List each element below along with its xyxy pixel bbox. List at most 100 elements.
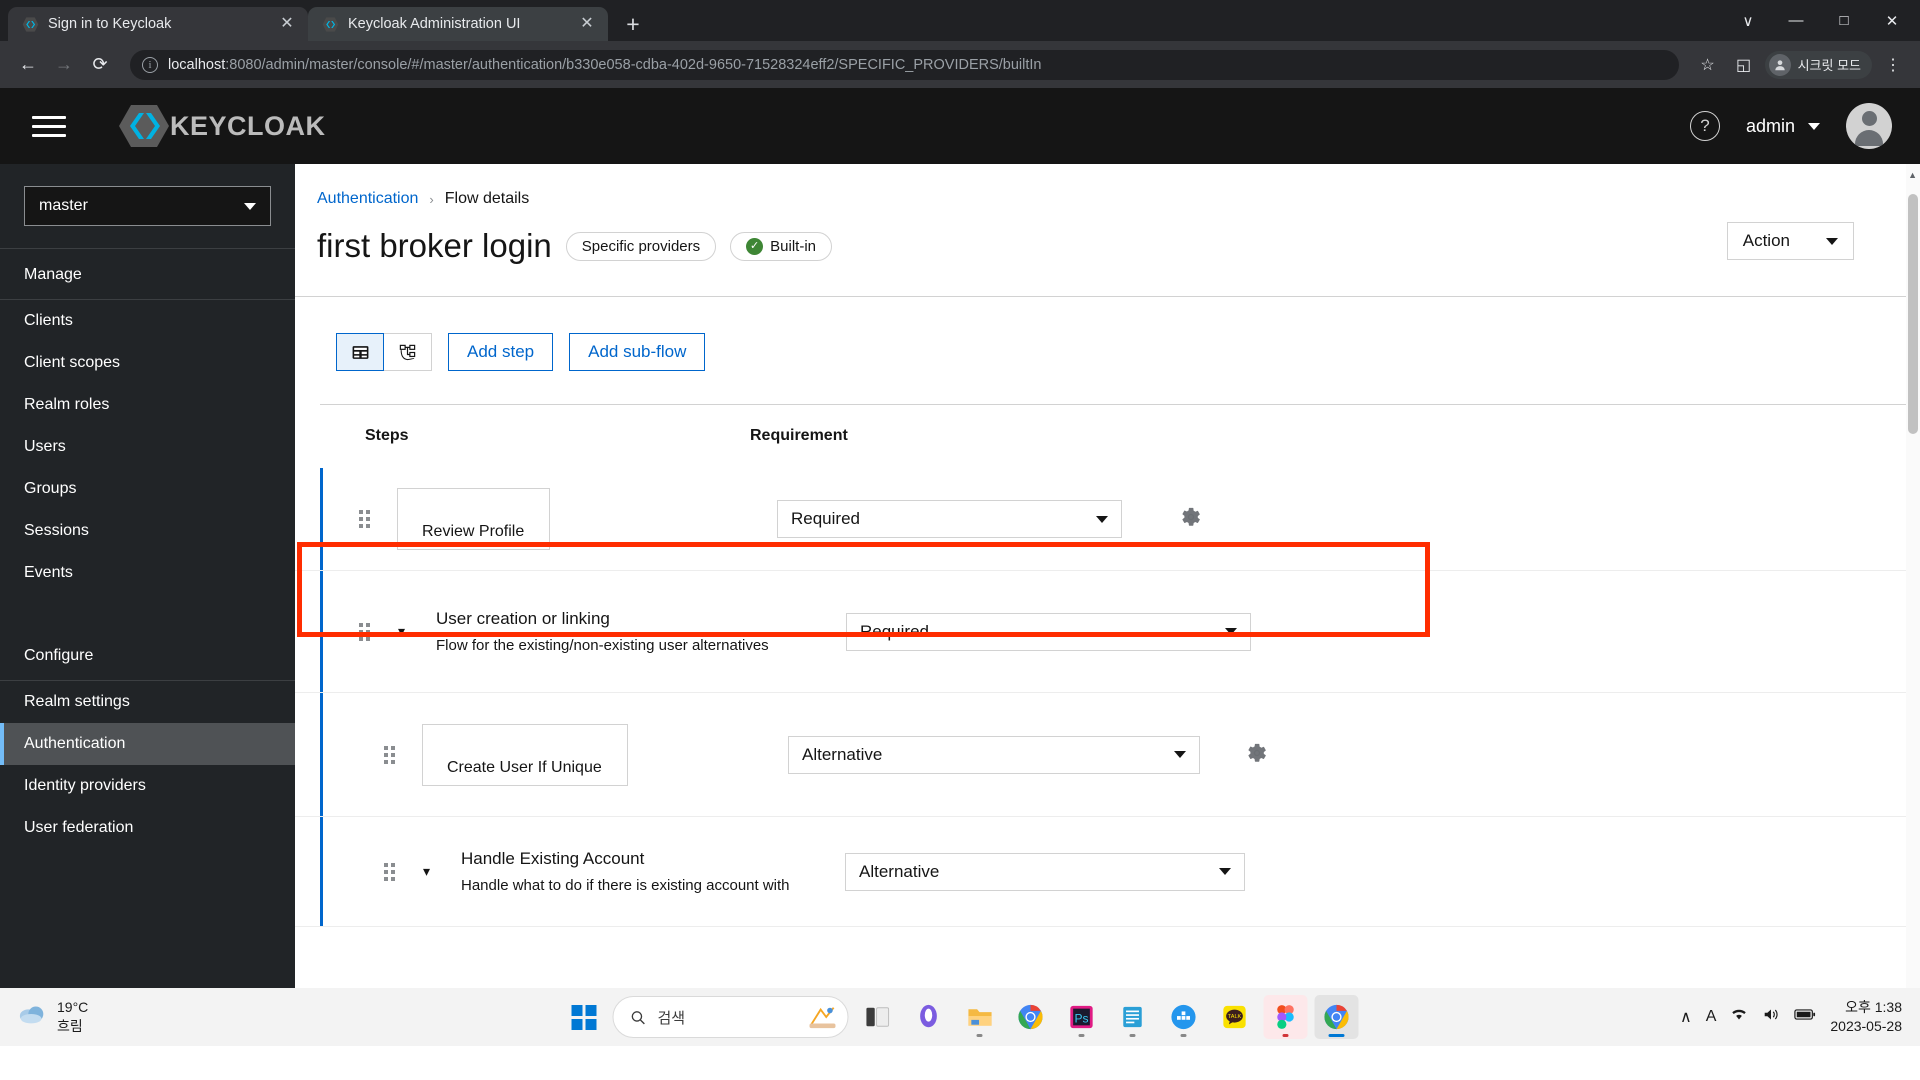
keycloak-logo[interactable]: KEYCLOAK [118, 103, 326, 149]
scrollbar-thumb[interactable] [1908, 194, 1918, 434]
subflow-name: User creation or linking [436, 609, 610, 628]
address-bar[interactable]: i localhost:8080/admin/master/console/#/… [130, 49, 1679, 80]
scroll-up-icon[interactable]: ▲ [1908, 170, 1917, 180]
avatar [1768, 53, 1791, 76]
add-subflow-button[interactable]: Add sub-flow [569, 333, 706, 371]
avatar-head [1861, 111, 1877, 126]
requirement-select[interactable]: Required [777, 500, 1122, 538]
bookmark-star-icon[interactable]: ☆ [1693, 50, 1723, 80]
table-view-icon[interactable] [336, 333, 384, 371]
close-icon[interactable]: ✕ [276, 13, 298, 35]
taskbar-app-file-explorer[interactable] [958, 995, 1002, 1039]
table-row[interactable]: Review Profile Required [295, 468, 1920, 571]
breadcrumb-link-authentication[interactable]: Authentication [317, 190, 418, 208]
taskbar-running-dot [1129, 1034, 1136, 1037]
search-input[interactable]: 검색 [612, 996, 849, 1038]
chevron-up-icon[interactable]: ∧ [1680, 1007, 1692, 1027]
requirement-select[interactable]: Alternative [845, 852, 1245, 891]
menu-icon[interactable] [30, 107, 68, 145]
requirement-value: Alternative [859, 861, 940, 881]
drag-handle-icon[interactable] [384, 745, 398, 764]
gear-icon[interactable] [1246, 742, 1268, 768]
sidebar-item-realm-settings[interactable]: Realm settings [0, 681, 295, 723]
realm-selector[interactable]: master [24, 186, 271, 226]
sidebar-item-users[interactable]: Users [0, 426, 295, 468]
action-dropdown[interactable]: Action [1726, 222, 1854, 260]
table-row[interactable]: ▾ Handle Existing Account Handle what to… [295, 817, 1920, 927]
keycloak-brand-text: KEYCLOAK [170, 110, 326, 141]
window-controls: ∨ — □ ✕ [1724, 0, 1920, 41]
maximize-button[interactable]: □ [1820, 0, 1868, 41]
taskbar-app-notes[interactable] [1111, 995, 1155, 1039]
requirement-select[interactable]: Alternative [788, 735, 1200, 774]
chevron-down-icon [1225, 628, 1237, 635]
taskbar-app-chrome[interactable] [1009, 995, 1053, 1039]
keycloak-mark-icon [119, 105, 169, 147]
step-name-box[interactable]: Create User If Unique [422, 723, 628, 786]
avatar[interactable] [1846, 103, 1892, 149]
taskbar-running-dot [1078, 1034, 1085, 1037]
close-icon[interactable]: ✕ [576, 13, 598, 35]
taskbar-clock[interactable]: 오후 1:38 2023-05-28 [1830, 998, 1902, 1036]
page-scrollbar[interactable]: ▲ ▼ [1906, 164, 1920, 1046]
help-icon[interactable]: ? [1689, 111, 1720, 141]
taskbar-active-indicator [1328, 1034, 1345, 1037]
taskbar-app-chrome-active[interactable] [1314, 995, 1359, 1039]
taskbar-app-figma[interactable] [1263, 995, 1308, 1039]
forward-icon[interactable]: → [48, 49, 80, 81]
reload-icon[interactable]: ⟳ [84, 49, 116, 81]
table-row[interactable]: ▾ User creation or linking Flow for the … [295, 571, 1920, 693]
drag-handle-icon[interactable] [384, 862, 398, 881]
step-name-box[interactable]: Review Profile [397, 488, 550, 550]
taskbar-app-task-view[interactable] [856, 995, 900, 1039]
weather-text: 19°C 흐림 [57, 998, 88, 1036]
taskbar-app-kakaotalk[interactable]: TALK [1213, 995, 1257, 1039]
diagram-view-icon[interactable] [384, 333, 432, 371]
back-icon[interactable]: ← [12, 49, 44, 81]
url-path: :8080/admin/master/console/#/master/auth… [225, 56, 1042, 73]
new-tab-button[interactable]: + [616, 7, 650, 41]
widgets-icon[interactable] [808, 1004, 838, 1030]
battery-icon[interactable] [1794, 1008, 1816, 1026]
side-panel-icon[interactable]: ◱ [1729, 50, 1759, 80]
sidebar-item-sessions[interactable]: Sessions [0, 510, 295, 552]
volume-icon[interactable] [1762, 1007, 1780, 1027]
chevron-down-icon[interactable]: ▾ [423, 863, 437, 880]
table-row[interactable]: Create User If Unique Alternative [295, 693, 1920, 817]
sidebar-item-client-scopes[interactable]: Client scopes [0, 342, 295, 384]
incognito-profile-chip[interactable]: 시크릿 모드 [1764, 50, 1872, 79]
drag-handle-icon[interactable] [359, 622, 373, 641]
table-header-row: Steps Requirement [295, 405, 1920, 445]
minimize-button[interactable]: — [1772, 0, 1820, 41]
subflow-text: Handle Existing Account Handle what to d… [461, 849, 819, 894]
ime-indicator[interactable]: A [1706, 1008, 1717, 1026]
page-title: first broker login [317, 227, 552, 264]
taskbar-app-photoshop[interactable]: Ps [1060, 995, 1104, 1039]
site-info-icon[interactable]: i [142, 56, 158, 73]
sidebar-item-user-federation[interactable]: User federation [0, 807, 295, 849]
sidebar-item-clients[interactable]: Clients [0, 300, 295, 342]
weather-temp: 19°C [57, 999, 89, 1016]
sidebar-item-groups[interactable]: Groups [0, 468, 295, 510]
requirement-select[interactable]: Required [846, 612, 1251, 651]
browser-tab-1[interactable]: Sign in to Keycloak ✕ [8, 7, 308, 41]
window-close-button[interactable]: ✕ [1868, 0, 1916, 41]
chevron-down-icon[interactable]: ∨ [1724, 0, 1772, 41]
browser-tab-2[interactable]: Keycloak Administration UI ✕ [308, 7, 608, 41]
add-step-button[interactable]: Add step [448, 333, 554, 371]
start-button[interactable] [562, 995, 606, 1039]
chevron-down-icon[interactable]: ▾ [398, 623, 412, 640]
sidebar-item-events[interactable]: Events [0, 552, 295, 594]
drag-handle-icon[interactable] [359, 510, 373, 528]
taskbar-weather-widget[interactable]: 19°C 흐림 [0, 998, 250, 1036]
sidebar-item-identity-providers[interactable]: Identity providers [0, 765, 295, 807]
taskbar-app-chat[interactable] [907, 995, 951, 1039]
sidebar-item-authentication[interactable]: Authentication [0, 723, 295, 765]
user-dropdown[interactable]: admin [1746, 116, 1820, 137]
gear-icon[interactable] [1180, 506, 1202, 532]
sidebar-item-realm-roles[interactable]: Realm roles [0, 384, 295, 426]
weather-condition: 흐림 [57, 1018, 83, 1034]
browser-menu-icon[interactable]: ⋮ [1878, 50, 1908, 80]
taskbar-app-docker[interactable] [1162, 995, 1206, 1039]
wifi-icon[interactable] [1730, 1007, 1748, 1027]
